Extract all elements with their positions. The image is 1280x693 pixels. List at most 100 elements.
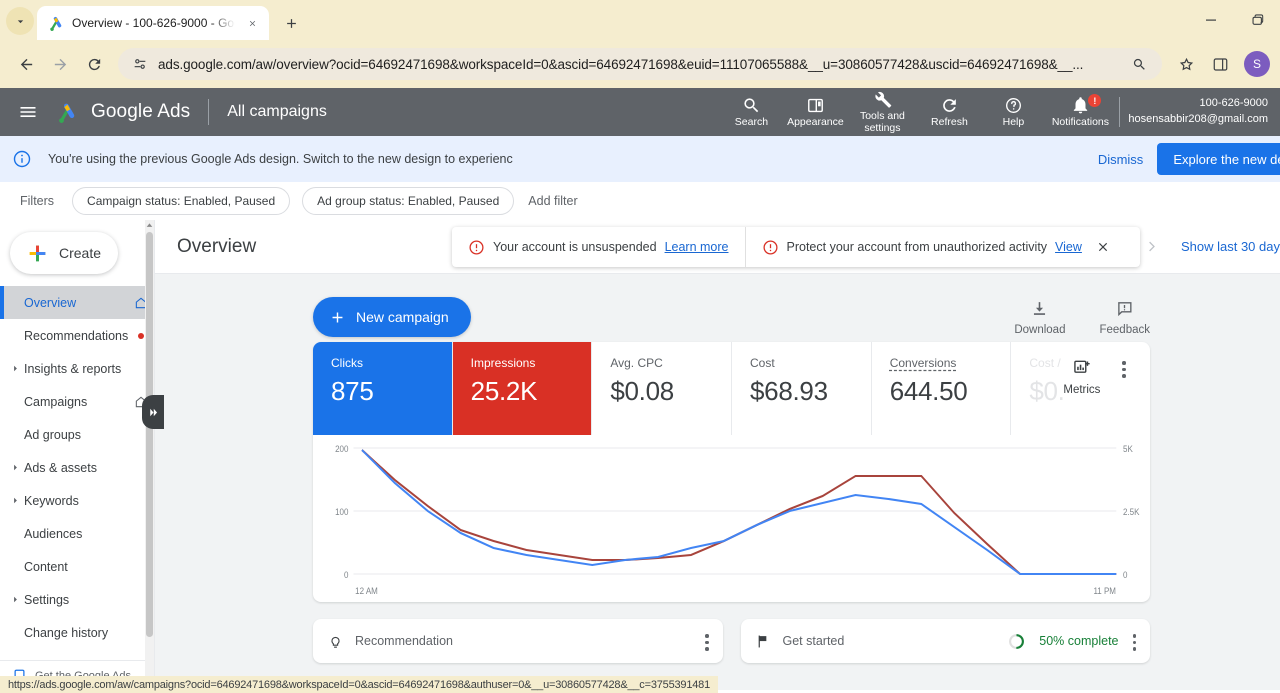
appearance-icon <box>806 96 825 115</box>
profile-avatar[interactable]: S <box>1244 51 1270 77</box>
sidebar-item-recommendations[interactable]: Recommendations <box>0 319 154 352</box>
appearance-button[interactable]: Appearance <box>783 88 847 136</box>
google-ads-logo[interactable]: Google Ads <box>54 101 190 123</box>
scorecard-cost[interactable]: Cost $68.93 <box>732 342 872 435</box>
scrollbar-thumb[interactable] <box>146 232 153 637</box>
sidebar-item-ads-assets[interactable]: Ads & assets <box>0 451 154 484</box>
sidebar-item-label: Content <box>24 559 68 574</box>
y-left-tick: 200 <box>335 443 348 454</box>
notification-badge: ! <box>1088 94 1102 107</box>
sidebar-item-label: Ads & assets <box>24 460 97 475</box>
zoom-icon[interactable] <box>1126 51 1152 77</box>
banner-text: You're using the previous Google Ads des… <box>48 152 513 166</box>
sidebar-item-campaigns[interactable]: Campaigns <box>0 385 154 418</box>
more-options-icon[interactable] <box>1132 631 1136 651</box>
metrics-button[interactable]: Metrics <box>1063 358 1100 396</box>
sidebar-item-insights-reports[interactable]: Insights & reports <box>0 352 154 385</box>
tab-search-dropdown-button[interactable] <box>6 7 34 35</box>
plus-icon <box>332 312 343 322</box>
sidebar-collapse-toggle[interactable] <box>142 395 164 429</box>
y-right-tick: 2.5K <box>1123 506 1140 517</box>
filter-chip-ad-group-status[interactable]: Ad group status: Enabled, Paused <box>302 187 515 215</box>
sidebar-item-ad-groups[interactable]: Ad groups <box>0 418 154 451</box>
browser-status-bar: https://ads.google.com/aw/campaigns?ocid… <box>0 676 718 693</box>
help-button[interactable]: Help <box>981 88 1045 136</box>
ads-top-bar: Google Ads All campaigns Search Appearan… <box>0 88 1280 136</box>
address-bar[interactable]: ads.google.com/aw/overview?ocid=64692471… <box>118 48 1162 80</box>
alert-circle-icon <box>762 239 778 255</box>
explore-new-design-button[interactable]: Explore the new desi <box>1157 143 1280 175</box>
divider <box>1119 97 1121 127</box>
arrow-forward-icon <box>54 58 66 70</box>
notifications-button[interactable]: ! Notifications <box>1045 88 1115 136</box>
sidebar-item-label: Settings <box>24 592 70 607</box>
menu-icon[interactable] <box>14 98 42 126</box>
sidebar-item-label: Overview <box>24 295 77 310</box>
bookmark-button[interactable] <box>1170 48 1202 80</box>
add-filter-button[interactable]: Add filter <box>528 194 577 208</box>
create-button[interactable]: Create <box>10 232 118 274</box>
new-tab-button[interactable] <box>277 9 305 37</box>
show-last-30-days-link[interactable]: Show last 30 day <box>1181 239 1280 254</box>
sidebar-item-overview[interactable]: Overview <box>0 286 154 319</box>
sidebar-item-content[interactable]: Content <box>0 550 154 583</box>
card-title: Get started <box>782 634 845 648</box>
sidebar-item-label: Ad groups <box>24 427 81 442</box>
filters-bar: Filters Campaign status: Enabled, Paused… <box>0 182 1280 220</box>
sidebar-item-keywords[interactable]: Keywords <box>0 484 154 517</box>
new-campaign-button[interactable]: New campaign <box>313 297 471 337</box>
view-link[interactable]: View <box>1055 240 1082 254</box>
sidebar-scrollbar[interactable] <box>145 220 154 690</box>
chevron-right-icon <box>12 497 24 504</box>
scorecard-name: Impressions <box>470 356 536 370</box>
download-label: Download <box>1014 323 1066 336</box>
tools-and-settings-button[interactable]: Tools and settings <box>847 88 917 136</box>
recommendation-card[interactable]: Recommendation <box>313 619 723 663</box>
side-panel-button[interactable] <box>1204 48 1236 80</box>
close-icon[interactable] <box>1090 240 1124 254</box>
dismiss-button[interactable]: Dismiss <box>1098 152 1144 167</box>
progress-ring-icon <box>1009 633 1025 649</box>
sidebar-item-change-history[interactable]: Change history <box>0 616 154 649</box>
feedback-button[interactable]: Feedback <box>1099 299 1150 336</box>
minimize-button[interactable] <box>1188 3 1234 37</box>
create-label: Create <box>59 245 102 261</box>
scorecard-conversions[interactable]: Conversions 644.50 <box>872 342 1012 435</box>
get-started-card[interactable]: Get started 50% complete <box>740 619 1150 663</box>
notification-toasts: Your account is unsuspended Learn more P… <box>452 227 1140 267</box>
next-period-button[interactable] <box>1137 229 1167 265</box>
more-options-icon[interactable] <box>1122 358 1126 378</box>
toast-text: Protect your account from unauthorized a… <box>786 240 1048 254</box>
account-info[interactable]: 100-626-9000 hosensabbir208@gmail.com <box>1128 96 1280 128</box>
forward-button[interactable] <box>44 48 76 80</box>
reload-button[interactable] <box>78 48 110 80</box>
scroll-up-arrow[interactable] <box>145 220 154 231</box>
refresh-icon <box>940 96 959 115</box>
action-row: New campaign Download Feedback <box>155 292 1280 342</box>
site-settings-icon[interactable] <box>132 56 148 72</box>
browser-tab[interactable]: Overview - 100-626-9000 - Goo <box>37 6 269 40</box>
scorecard-value: 25.2K <box>470 376 538 406</box>
progress-label: 50% complete <box>1039 634 1119 648</box>
maximize-button[interactable] <box>1234 3 1280 37</box>
back-button[interactable] <box>10 48 42 80</box>
account-email: hosensabbir208@gmail.com <box>1128 113 1268 125</box>
sidebar-item-audiences[interactable]: Audiences <box>0 517 154 550</box>
refresh-button[interactable]: Refresh <box>917 88 981 136</box>
scorecard-impressions[interactable]: Impressions 25.2K <box>452 342 593 435</box>
more-options-icon[interactable] <box>705 631 709 651</box>
sidebar-item-settings[interactable]: Settings <box>0 583 154 616</box>
scorecard-avg-cpc[interactable]: Avg. CPC $0.08 <box>592 342 733 435</box>
download-icon <box>1034 301 1046 315</box>
scorecard-clicks[interactable]: Clicks 875 <box>313 342 453 435</box>
download-button[interactable]: Download <box>1014 299 1065 336</box>
close-icon[interactable] <box>243 14 261 32</box>
learn-more-link[interactable]: Learn more <box>665 240 729 254</box>
x-tick: 11 PM <box>1093 585 1116 596</box>
chevron-right-icon <box>12 464 24 471</box>
filter-chip-campaign-status[interactable]: Campaign status: Enabled, Paused <box>72 187 291 215</box>
scorecard-cost-per-conv[interactable]: Cost / $0. Metrics <box>1011 342 1150 435</box>
sidebar-item-label: Change history <box>24 625 109 640</box>
search-button[interactable]: Search <box>719 88 783 136</box>
appearance-label: Appearance <box>787 115 844 128</box>
